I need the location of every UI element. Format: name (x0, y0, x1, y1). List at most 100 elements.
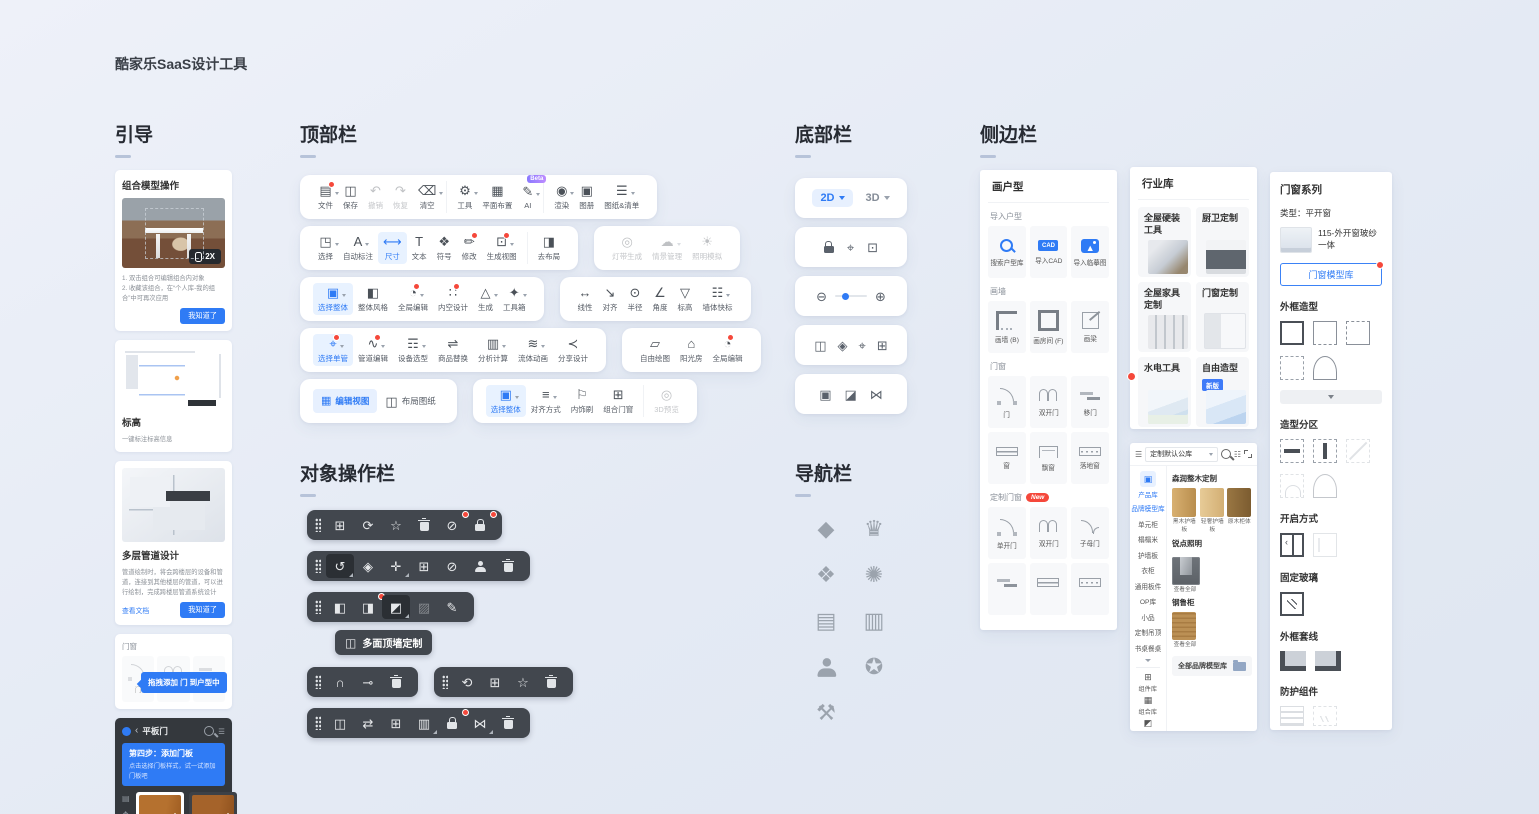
object-tool[interactable]: ▨ (410, 595, 438, 619)
walkthrough-icon[interactable]: ⋈ (870, 388, 883, 401)
library-tab[interactable]: ◩ 材质库 (1138, 719, 1158, 731)
object-tool[interactable]: ☆ (509, 670, 537, 694)
catalog-item[interactable]: 画墙 (B) (988, 301, 1026, 353)
drag-handle-icon[interactable] (315, 675, 321, 689)
model-item[interactable]: 查看全部 (1172, 612, 1198, 650)
object-tool[interactable]: ⊘ (438, 513, 466, 537)
search-icon[interactable] (204, 726, 214, 736)
catalog-item[interactable]: 门 (988, 376, 1026, 428)
toolbar-item[interactable]: ⊙ 半径 (623, 283, 648, 315)
toolbar-item[interactable]: ↘ 对齐 (598, 283, 623, 315)
toolbar-item[interactable]: ☁ 情景管理 (647, 232, 687, 264)
toolbar-item[interactable]: ◫ 布局图纸 (377, 389, 443, 413)
model-item[interactable]: 查看全部 (1172, 553, 1198, 595)
catalog-item[interactable] (988, 563, 1026, 615)
toolbar-item[interactable]: ≺ 分享设计 (553, 334, 593, 366)
library-tab[interactable]: ▦ 组合库 (1138, 696, 1158, 716)
object-tool[interactable]: ▥ (410, 711, 438, 735)
toolbar-item[interactable]: ⚙ 工具 (452, 181, 477, 213)
zoom-out-icon[interactable]: ⊖ (816, 290, 827, 303)
railing-icon[interactable] (1280, 706, 1304, 726)
toolbar-item[interactable]: ▣ 图册 (574, 181, 599, 213)
doc-link[interactable]: 查看文档 (122, 605, 149, 615)
catalog-item[interactable]: 双开门 (1030, 507, 1068, 559)
rail-item[interactable]: 品牌模型库 (1131, 502, 1165, 517)
guard-box-icon[interactable] (1313, 706, 1337, 726)
toolbar-item[interactable]: ▽ 标高 (673, 283, 698, 315)
view-find-icon[interactable]: ⊡ (867, 241, 878, 254)
toolbar-item[interactable]: ⚐ 内饰刷 (566, 385, 599, 417)
toolbar-item[interactable]: A 自动标注 (338, 232, 378, 264)
material-icon[interactable]: ◪ (845, 388, 857, 401)
zoom-slider[interactable] (835, 295, 867, 297)
rail-item[interactable]: 通用板件 (1131, 580, 1165, 595)
toolbar-item[interactable]: ◔ 全局编辑 (708, 334, 748, 366)
toolbar-item[interactable]: ◔ 全局编辑 (393, 283, 433, 315)
menu-icon[interactable]: ☰ (1135, 450, 1142, 459)
object-tool[interactable] (382, 670, 410, 694)
toolbar-item[interactable]: ⟷ 尺寸 (378, 232, 407, 264)
focus-icon[interactable]: ⌖ (859, 339, 866, 352)
rail-item[interactable]: 定制吊顶 (1131, 626, 1165, 641)
toolbar-item[interactable]: ▦ 编辑视图 (313, 389, 377, 413)
rail-item[interactable]: OP库 (1131, 595, 1165, 610)
object-tool[interactable]: ⋈ (466, 711, 494, 735)
object-tool[interactable]: ⊞ (410, 554, 438, 578)
object-tool[interactable]: ✎ (438, 595, 466, 619)
catalog-item[interactable]: 飘窗 (1030, 432, 1068, 484)
catalog-item[interactable]: ▲ 导入临摹图 (1071, 226, 1109, 278)
got-it-button[interactable]: 我知道了 (180, 602, 225, 618)
view-2d-button[interactable]: 2D (812, 189, 852, 207)
object-tool[interactable] (537, 670, 565, 694)
toolbar-item[interactable]: ▱ 自由绘图 (635, 334, 675, 366)
search-icon[interactable] (1221, 449, 1231, 459)
toolbar-item[interactable]: ↷ 恢复 (388, 181, 413, 213)
model-item[interactable]: 轻奢护墙板 (1200, 488, 1225, 535)
toolbar-item[interactable]: ☷ 墙体快标 (698, 283, 738, 315)
window-library-button[interactable]: 门窗模型库 (1280, 263, 1382, 286)
lock-icon[interactable] (824, 241, 834, 253)
view-3d-button[interactable]: 3D (866, 192, 890, 204)
nav-item[interactable]: ◆ (802, 512, 850, 546)
toolbar-item[interactable]: ∠ 角度 (648, 283, 673, 315)
object-tool[interactable]: ✛ (382, 554, 410, 578)
door-style-card[interactable]: 01-平板门 (136, 792, 184, 814)
object-tool[interactable] (438, 711, 466, 735)
camera-settings-icon[interactable]: ◫ (814, 339, 826, 352)
drag-handle-icon[interactable] (315, 716, 321, 730)
toolbar-item[interactable]: ≡ 对齐方式 (526, 385, 566, 417)
frame-dashed-icon[interactable] (1280, 356, 1304, 380)
industry-card[interactable]: 全屋硬装工具 (1138, 207, 1191, 277)
divide-diagonal-icon[interactable] (1346, 439, 1370, 463)
toolbar-item[interactable]: ⌫ 清空 (413, 181, 441, 213)
cabinet-icon[interactable]: ▤ (122, 795, 130, 803)
frame-square-icon[interactable] (1280, 321, 1304, 345)
catalog-item[interactable]: 画梁 (1071, 301, 1109, 353)
object-tool[interactable]: ∩ (326, 670, 354, 694)
cube-icon[interactable]: ◈ (838, 339, 848, 352)
toolbar-item[interactable]: ▥ 分析计算 (473, 334, 513, 366)
catalog-item[interactable]: 双开门 (1030, 376, 1068, 428)
catalog-item[interactable]: CAD 导入CAD (1030, 226, 1068, 278)
toolbar-item[interactable]: ⇌ 商品替换 (433, 334, 473, 366)
model-item[interactable]: 原木柜体 (1227, 488, 1252, 535)
more-chevron-icon[interactable] (1145, 659, 1151, 662)
rail-item[interactable]: 护墙板 (1131, 549, 1165, 564)
toolbar-item[interactable]: ⊞ 组合门窗 (598, 385, 638, 417)
catalog-item[interactable] (1030, 563, 1068, 615)
rail-item[interactable]: 小品 (1131, 611, 1165, 626)
nav-item[interactable]: ▥ (850, 604, 898, 638)
frame-dash-bottom-icon[interactable] (1313, 321, 1337, 345)
object-tool[interactable]: ⊸ (354, 670, 382, 694)
toolbar-item[interactable]: ◫ 保存 (338, 181, 363, 213)
object-tool[interactable]: ↺ (326, 554, 354, 578)
nav-item[interactable]: ⚒ (802, 696, 850, 730)
object-tool[interactable] (466, 554, 494, 578)
catalog-item[interactable]: 画房间 (F) (1030, 301, 1068, 353)
drag-handle-icon[interactable] (315, 559, 321, 573)
casing-right-icon[interactable] (1315, 651, 1341, 671)
toolbar-item[interactable]: ⌖ 选择单管 (313, 334, 353, 366)
rail-item[interactable]: 衣柜 (1131, 564, 1165, 579)
nav-item[interactable]: ✪ (850, 650, 898, 684)
toolbar-item[interactable]: ⌂ 阳光房 (675, 334, 708, 366)
